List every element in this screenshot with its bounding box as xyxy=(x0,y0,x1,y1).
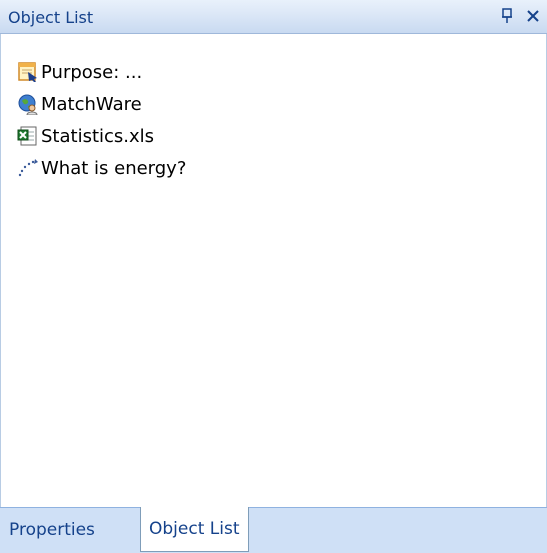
pin-icon[interactable] xyxy=(498,7,516,25)
form-icon xyxy=(17,61,39,83)
panel-tabbar: Properties Object List xyxy=(0,507,547,553)
list-item[interactable]: Statistics.xls xyxy=(17,120,186,152)
object-list: Purpose: ... MatchWare Statistics.xls Wh… xyxy=(17,56,186,184)
panel-titlebar: Object List xyxy=(0,0,547,34)
list-item-label: What is energy? xyxy=(41,157,187,179)
list-item[interactable]: MatchWare xyxy=(17,88,186,120)
tab-properties[interactable]: Properties xyxy=(0,508,104,552)
globe-user-icon xyxy=(17,93,39,116)
list-item-label: Statistics.xls xyxy=(41,125,155,147)
path-icon xyxy=(17,157,39,179)
list-item-label: Purpose: ... xyxy=(41,61,143,83)
list-item-label: MatchWare xyxy=(41,93,142,115)
list-item[interactable]: Purpose: ... xyxy=(17,56,186,88)
list-item[interactable]: What is energy? xyxy=(17,152,186,184)
object-list-body: Purpose: ... MatchWare Statistics.xls Wh… xyxy=(0,34,547,507)
tab-object-list[interactable]: Object List xyxy=(140,507,249,552)
close-icon[interactable] xyxy=(524,7,542,25)
panel-title: Object List xyxy=(8,8,94,27)
excel-icon xyxy=(17,125,39,147)
object-list-panel: Object List Purpose: ... MatchWare Stati… xyxy=(0,0,547,553)
